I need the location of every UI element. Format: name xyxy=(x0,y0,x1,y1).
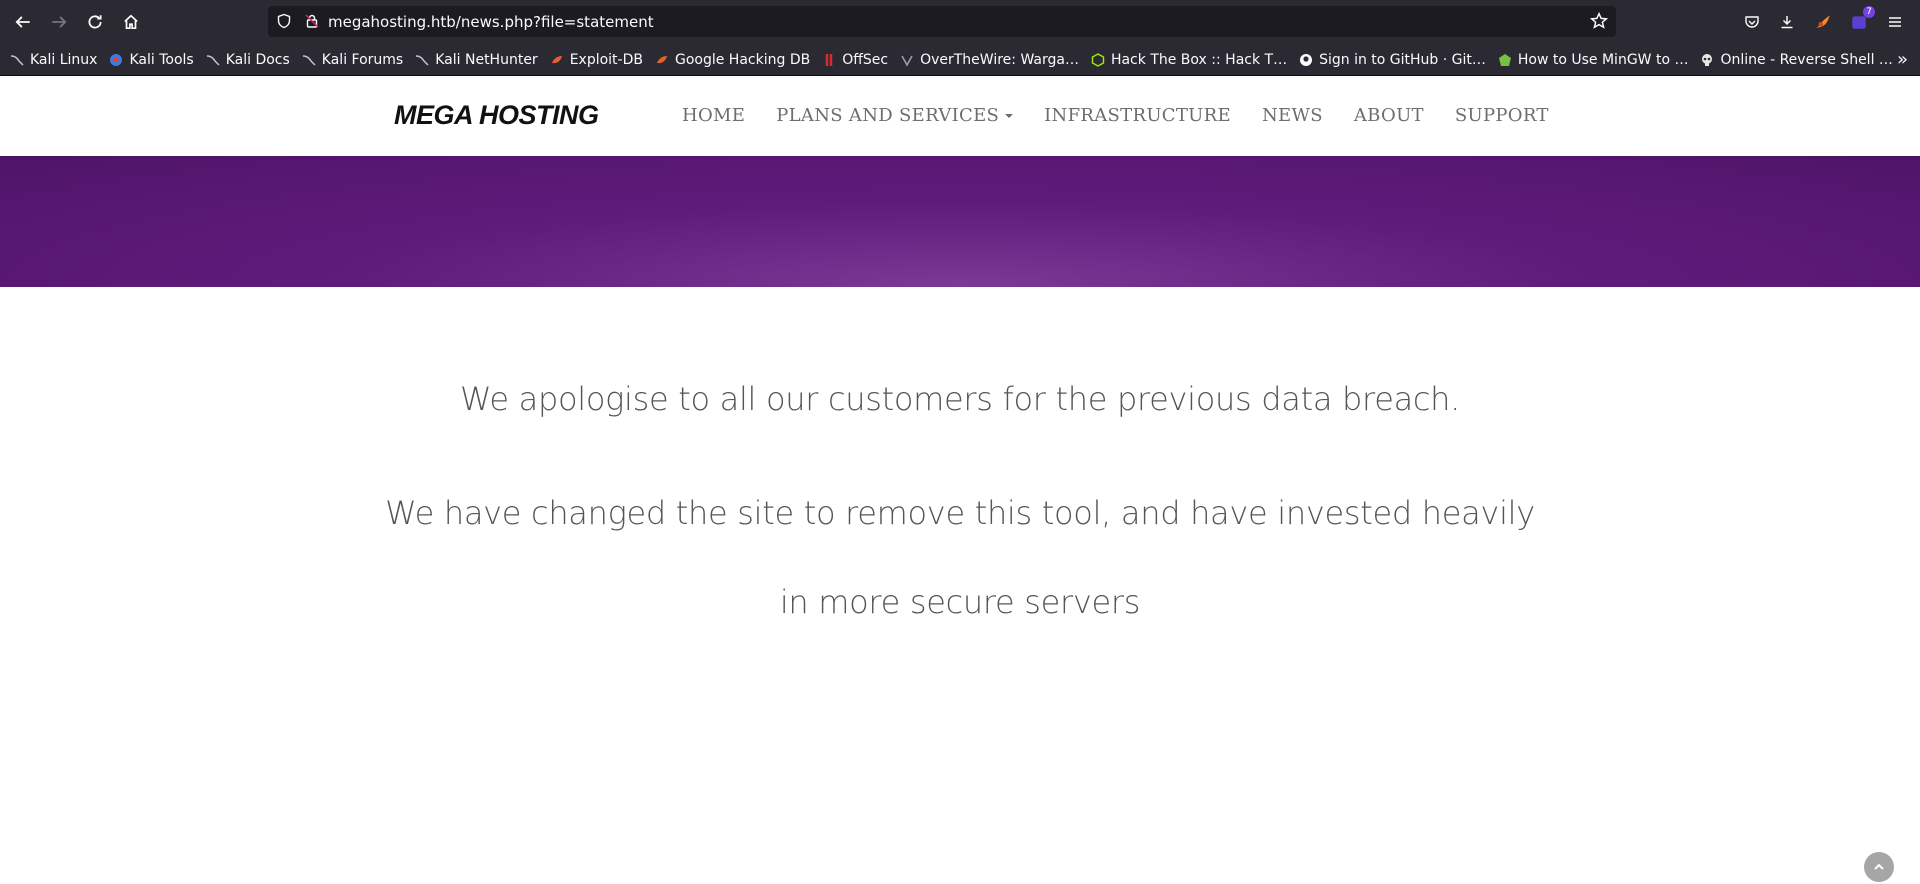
bookmark-reverse-shell[interactable]: Online - Reverse Shell … xyxy=(1700,52,1893,68)
nav-home[interactable]: HOME xyxy=(682,105,745,126)
hero-banner xyxy=(0,156,1920,287)
bookmark-mingw[interactable]: How to Use MinGW to … xyxy=(1498,52,1688,68)
bookmark-github[interactable]: Sign in to GitHub · Git… xyxy=(1299,52,1486,68)
bookmark-google-hacking-db[interactable]: Google Hacking DB xyxy=(655,52,810,68)
bookmark-kali-linux[interactable]: Kali Linux xyxy=(10,52,97,68)
bookmarks-overflow-chevron-icon[interactable]: » xyxy=(1897,49,1908,70)
url-text[interactable]: megahosting.htb/news.php?file=statement xyxy=(328,13,654,31)
forward-button[interactable] xyxy=(44,7,74,37)
offsec-icon xyxy=(825,53,833,66)
bookmark-overthewire[interactable]: OverTheWire: Warga… xyxy=(900,52,1079,68)
statement-line-1: We apologise to all our customers for th… xyxy=(459,380,1461,418)
hackthebox-icon xyxy=(1091,52,1105,67)
kali-dragon-icon xyxy=(206,54,220,66)
back-button[interactable] xyxy=(8,7,38,37)
bookmark-offsec[interactable]: OffSec xyxy=(822,52,888,68)
bookmark-kali-docs[interactable]: Kali Docs xyxy=(206,52,290,68)
kali-dragon-icon xyxy=(416,54,429,66)
pocket-icon[interactable] xyxy=(1740,10,1764,34)
tracking-shield-icon[interactable] xyxy=(276,13,292,33)
nav-infrastructure[interactable]: INFRASTRUCTURE xyxy=(1044,105,1231,126)
nav-about[interactable]: ABOUT xyxy=(1354,105,1424,126)
url-bar[interactable]: megahosting.htb/news.php?file=statement xyxy=(268,6,1616,37)
kali-dragon-icon xyxy=(302,54,316,66)
extension-icon[interactable]: 7 xyxy=(1847,6,1875,34)
app-menu-button[interactable] xyxy=(1883,10,1907,34)
kali-dragon-icon xyxy=(10,54,24,66)
home-button[interactable] xyxy=(116,7,146,37)
bookmark-hackthebox[interactable]: Hack The Box :: Hack T… xyxy=(1091,52,1287,68)
statement-line-3: in more secure servers xyxy=(779,583,1141,621)
news-content: We apologise to all our customers for th… xyxy=(0,287,1920,621)
statement-line-2: We have changed the site to remove this … xyxy=(385,494,1535,532)
exploit-db-icon xyxy=(656,55,667,63)
downloads-icon[interactable] xyxy=(1775,10,1799,34)
hamburger-menu-icon xyxy=(1889,17,1901,27)
connection-info-icon[interactable] xyxy=(304,13,320,33)
skull-icon xyxy=(1702,53,1713,66)
nav-plans-and-services[interactable]: PLANS AND SERVICES xyxy=(776,105,1014,126)
site-header: MEGA HOSTING HOME PLANS AND SERVICES INF… xyxy=(0,76,1920,156)
site-logo[interactable]: MEGA HOSTING xyxy=(394,100,599,131)
bookmark-star-icon[interactable] xyxy=(1589,11,1609,34)
nav-news[interactable]: NEWS xyxy=(1262,105,1323,126)
chevron-up-icon xyxy=(1874,863,1884,870)
forward-arrow-icon xyxy=(52,16,67,28)
nav-support[interactable]: SUPPORT xyxy=(1455,105,1549,126)
reload-button[interactable] xyxy=(80,7,110,37)
back-arrow-icon xyxy=(15,16,30,28)
github-icon xyxy=(1300,53,1313,66)
bookmark-kali-forums[interactable]: Kali Forums xyxy=(302,52,403,68)
home-icon xyxy=(124,14,138,30)
overthewire-icon xyxy=(901,55,913,67)
reload-icon xyxy=(88,15,102,29)
bookmark-kali-tools[interactable]: Kali Tools xyxy=(109,52,194,68)
browser-toolbar: megahosting.htb/news.php?file=statement … xyxy=(0,0,1920,44)
caret-down-icon xyxy=(1005,114,1014,118)
main-nav: HOME PLANS AND SERVICES INFRASTRUCTURE N… xyxy=(682,105,1580,126)
bookmark-kali-nethunter[interactable]: Kali NetHunter xyxy=(415,52,538,68)
nav-plans-label: PLANS AND SERVICES xyxy=(776,105,1000,126)
foxyproxy-extension-icon[interactable] xyxy=(1811,10,1835,34)
mingw-icon xyxy=(1498,53,1511,66)
extension-badge: 7 xyxy=(1863,6,1875,18)
bookmark-exploit-db[interactable]: Exploit-DB xyxy=(550,52,643,68)
scroll-to-top-button[interactable] xyxy=(1864,852,1894,882)
exploit-db-icon xyxy=(551,55,562,63)
kali-tools-icon xyxy=(110,53,123,66)
bookmarks-toolbar: Kali Linux Kali Tools Kali Docs Kali For… xyxy=(0,44,1920,76)
